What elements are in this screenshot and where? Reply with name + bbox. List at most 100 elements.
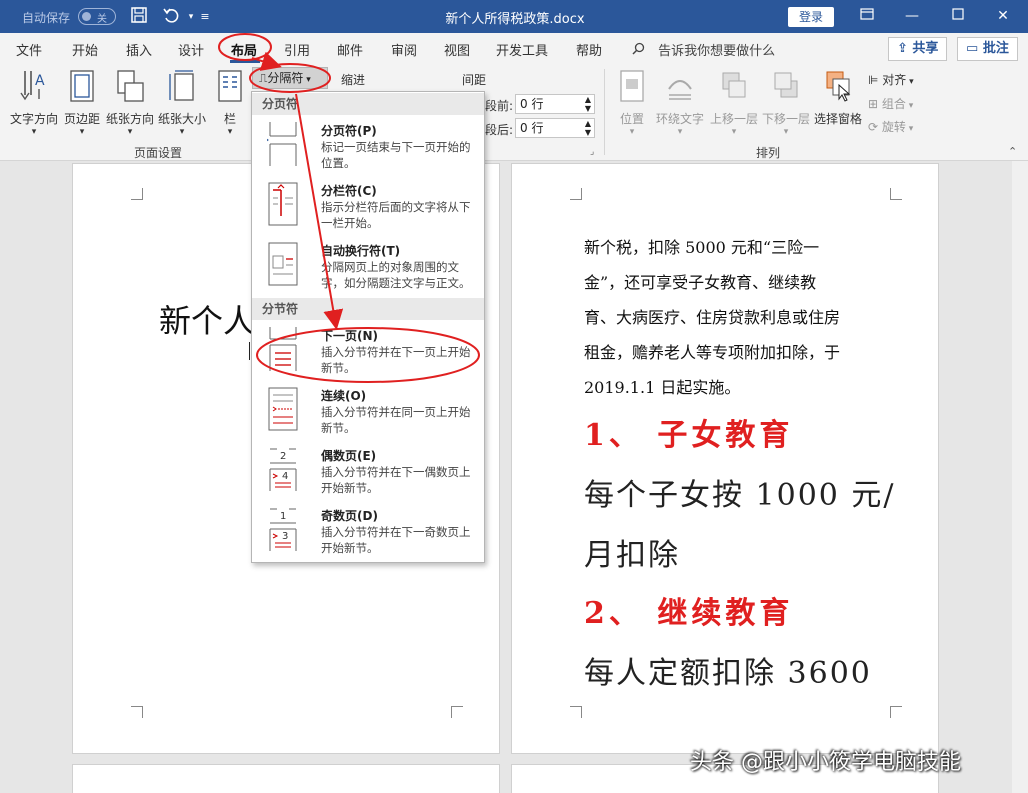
margin-corner — [890, 188, 902, 200]
menu-item-next-page[interactable]: 下一页(N) 插入分节符并在下一页上开始新节。 — [252, 321, 484, 381]
spacing-after-label: 段后: — [485, 123, 514, 137]
next-page-break-icon — [267, 327, 299, 371]
position-button[interactable]: 位置 ▾ — [612, 69, 652, 137]
dropdown-arrow-icon: ▾ — [906, 77, 914, 87]
send-backward-label: 下移一层 — [761, 112, 810, 126]
page-breaks-header: 分页符 — [252, 93, 484, 115]
title-bar: 自动保存 关 ▾ ≡ 新个人所得税政策.docx 登录 — ✕ — [0, 0, 1028, 33]
tab-developer[interactable]: 开发工具 — [496, 40, 548, 59]
menu-item-desc: 指示分栏符后面的文字将从下一栏开始。 — [321, 200, 471, 230]
share-button[interactable]: ⇪ 共享 — [888, 37, 948, 61]
paragraph-line: 育、大病医疗、住房贷款利息或住房 — [584, 308, 841, 327]
menu-item-desc: 插入分节符并在同一页上开始新节。 — [321, 405, 471, 435]
body-line: 月扣除 — [584, 538, 680, 573]
menu-item-continuous[interactable]: 连续(O) 插入分节符并在同一页上开始新节。 — [252, 381, 484, 441]
share-icon: ⇪ — [897, 41, 913, 56]
left-page-title: 新个人 — [159, 302, 256, 340]
orientation-icon — [104, 69, 156, 106]
ribbon-tabs: 文件 开始 插入 设计 布局 引用 邮件 审阅 视图 开发工具 帮助 告诉我你想… — [0, 33, 1028, 63]
columns-icon — [214, 69, 246, 106]
body-line: 每个子女按 1000 元/ — [584, 478, 896, 513]
menu-item-column-break[interactable]: 分栏符(C) 指示分栏符后面的文字将从下一栏开始。 — [252, 176, 484, 236]
menu-item-desc: 标记一页结束与下一页开始的位置。 — [321, 140, 471, 170]
svg-text:1: 1 — [280, 511, 286, 522]
heading-child-education: 1、 子女教育 — [584, 418, 794, 453]
align-label: 对齐 — [882, 73, 907, 87]
group-label: 组合 — [881, 97, 906, 111]
dropdown-arrow-icon: ▾ — [303, 75, 311, 85]
svg-text:A: A — [35, 73, 45, 89]
collapse-ribbon-icon[interactable]: ⌃ — [1008, 145, 1017, 158]
selection-pane-button[interactable]: 选择窗格 — [812, 69, 864, 127]
tab-references[interactable]: 引用 — [284, 40, 310, 59]
vertical-scrollbar[interactable] — [1012, 161, 1028, 793]
dropdown-arrow-icon: ▾ — [783, 127, 789, 137]
tab-home[interactable]: 开始 — [72, 40, 98, 59]
tab-insert[interactable]: 插入 — [126, 40, 152, 59]
columns-button[interactable]: 栏 ▾ — [214, 69, 246, 137]
bring-forward-button[interactable]: 上移一层 ▾ — [708, 69, 760, 137]
odd-page-break-icon: 13 — [267, 507, 299, 551]
comment-icon: ▭ — [966, 41, 983, 56]
paragraph-line: 金”，还可享受子女教育、继续教 — [584, 273, 817, 292]
right-page[interactable]: 新个税，扣除 5000 元和“三险一 金”，还可享受子女教育、继续教 育、大病医… — [511, 163, 939, 754]
tab-review[interactable]: 审阅 — [391, 40, 417, 59]
section-breaks-header: 分节符 — [252, 298, 484, 320]
tell-me-text: 告诉我你想要做什么 — [658, 44, 776, 59]
send-backward-button[interactable]: 下移一层 ▾ — [760, 69, 812, 137]
margins-label: 页边距 — [63, 112, 100, 126]
close-icon[interactable]: ✕ — [988, 5, 1018, 27]
menu-item-text-wrapping-break[interactable]: 自动换行符(T) 分隔网页上的对象周围的文字，如分隔题注文字与正文。 — [252, 236, 484, 296]
dropdown-arrow-icon: ▾ — [629, 127, 635, 137]
heading-continuing-education: 2、 继续教育 — [584, 596, 794, 631]
comment-label: 批注 — [982, 41, 1009, 56]
text-direction-button[interactable]: A 文字方向 ▾ — [8, 69, 60, 137]
comments-button[interactable]: ▭ 批注 — [957, 37, 1018, 61]
tell-me-search[interactable]: 告诉我你想要做什么 — [632, 40, 775, 59]
align-button[interactable]: ⊫ 对齐 ▾ — [868, 71, 914, 88]
menu-item-page-break[interactable]: 分页符(P) 标记一页结束与下一页开始的位置。 — [252, 116, 484, 176]
margins-button[interactable]: 页边距 ▾ — [62, 69, 102, 137]
tab-design[interactable]: 设计 — [178, 40, 204, 59]
rotate-button[interactable]: ⟳ 旋转 ▾ — [868, 118, 913, 135]
login-button[interactable]: 登录 — [788, 7, 834, 27]
tab-mailings[interactable]: 邮件 — [337, 40, 363, 59]
tab-help[interactable]: 帮助 — [576, 40, 602, 59]
ribbon-display-icon[interactable] — [852, 5, 882, 27]
next-page-left[interactable] — [72, 764, 500, 793]
share-label: 共享 — [912, 41, 939, 56]
document-area[interactable]: 新个人 新个税，扣除 5000 元和“三险一 金”，还可享受子女教育、继续教 育… — [0, 161, 1028, 793]
menu-item-title: 下一页(N) — [321, 329, 379, 343]
rotate-label: 旋转 — [881, 120, 906, 134]
wrap-text-button[interactable]: 环绕文字 ▾ — [654, 69, 706, 137]
save-icon[interactable] — [128, 6, 150, 28]
align-icon: ⊫ — [868, 73, 883, 87]
tab-layout[interactable]: 布局 — [231, 40, 257, 59]
maximize-icon[interactable] — [943, 5, 973, 27]
breaks-button[interactable]: ⎍分隔符 ▾ — [252, 67, 328, 89]
paragraph-dialog-launcher-icon[interactable]: ⌟ — [590, 147, 594, 157]
orientation-button[interactable]: 纸张方向 ▾ — [104, 69, 156, 137]
body-line: 每人定额扣除 3600 — [584, 656, 872, 691]
document-title: 新个人所得税政策.docx — [445, 12, 585, 27]
size-button[interactable]: 纸张大小 ▾ — [156, 69, 208, 137]
search-icon — [632, 42, 646, 59]
menu-item-odd-page[interactable]: 13 奇数页(D) 插入分节符并在下一奇数页上开始新节。 — [252, 501, 484, 561]
spacing-after-input[interactable]: 0 行 ▲ ▼ — [515, 118, 595, 138]
autosave-toggle[interactable]: 关 — [78, 8, 116, 25]
dropdown-arrow-icon: ▾ — [127, 127, 133, 137]
tab-file[interactable]: 文件 — [16, 40, 42, 59]
minimize-icon[interactable]: — — [897, 5, 927, 27]
spacing-before-input[interactable]: 0 行 ▲ ▼ — [515, 94, 595, 114]
intro-paragraph: 新个税，扣除 5000 元和“三险一 金”，还可享受子女教育、继续教 育、大病医… — [584, 230, 904, 405]
customize-toolbar-icon[interactable]: ≡ — [194, 6, 216, 28]
tab-view[interactable]: 视图 — [444, 40, 470, 59]
spacing-label: 间距 — [462, 73, 487, 87]
menu-item-even-page[interactable]: 24 偶数页(E) 插入分节符并在下一偶数页上开始新节。 — [252, 441, 484, 501]
undo-icon[interactable] — [160, 6, 182, 28]
spacing-before-label: 段前: — [485, 99, 514, 113]
group-button[interactable]: ⊞ 组合 ▾ — [868, 95, 913, 112]
dropdown-arrow-icon: ▾ — [905, 124, 914, 134]
send-backward-icon — [760, 69, 812, 106]
indent-label: 缩进 — [341, 73, 366, 87]
